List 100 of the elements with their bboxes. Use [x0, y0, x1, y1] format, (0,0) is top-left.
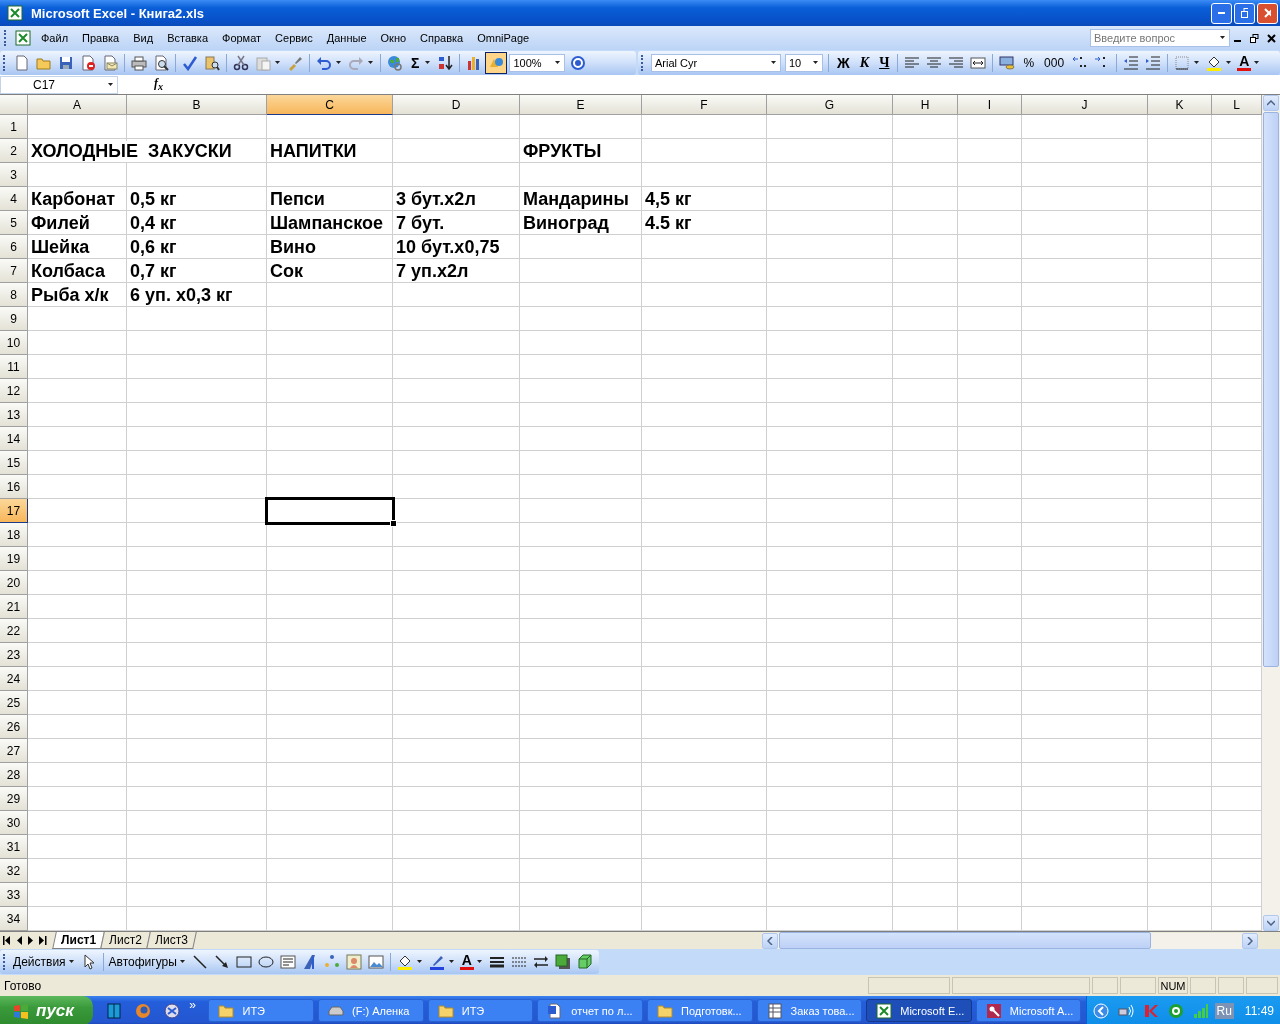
- bold-button[interactable]: Ж: [832, 54, 855, 71]
- borders-icon[interactable]: [1174, 54, 1191, 71]
- next-sheet-icon[interactable]: [27, 936, 35, 945]
- column-header[interactable]: G: [767, 95, 893, 115]
- column-header[interactable]: H: [893, 95, 958, 115]
- menu-item[interactable]: Сервис: [268, 29, 320, 47]
- autosum-button[interactable]: Σ: [406, 54, 425, 71]
- merge-icon[interactable]: [970, 54, 987, 71]
- menu-item[interactable]: Формат: [215, 29, 269, 47]
- indent-icon[interactable]: [1145, 54, 1162, 71]
- row-header[interactable]: 11: [0, 355, 28, 379]
- arrow-style-icon[interactable]: [533, 954, 549, 970]
- scroll-left-button[interactable]: [762, 932, 778, 949]
- research-icon[interactable]: [204, 54, 220, 71]
- taskbar-button[interactable]: (F:) Аленка: [318, 999, 424, 1022]
- new-document-icon[interactable]: [14, 54, 30, 71]
- underline-button[interactable]: Ч: [874, 54, 895, 71]
- row-header[interactable]: 5: [0, 211, 28, 235]
- help-icon[interactable]: [570, 54, 587, 71]
- font-color-button[interactable]: A: [1237, 54, 1252, 71]
- spelling-icon[interactable]: [182, 54, 198, 71]
- row-header[interactable]: 16: [0, 475, 28, 499]
- row-header[interactable]: 12: [0, 379, 28, 403]
- menu-item[interactable]: Файл: [34, 29, 76, 47]
- column-header[interactable]: L: [1212, 95, 1262, 115]
- menu-item[interactable]: Вид: [126, 29, 161, 47]
- permission-icon[interactable]: [80, 54, 96, 71]
- row-header[interactable]: 24: [0, 667, 28, 691]
- network-icon[interactable]: [1117, 1002, 1134, 1019]
- align-right-icon[interactable]: [948, 54, 965, 71]
- scroll-down-button[interactable]: [1263, 915, 1279, 931]
- row-header[interactable]: 27: [0, 739, 28, 763]
- book-icon[interactable]: [106, 1002, 123, 1019]
- sheet-tab[interactable]: Лист2: [100, 932, 151, 949]
- outdent-icon[interactable]: [1123, 54, 1140, 71]
- email-icon[interactable]: [102, 54, 118, 71]
- taskbar-button[interactable]: Подготовк...: [646, 999, 753, 1022]
- globe-link-icon[interactable]: [387, 54, 403, 71]
- scissors-icon[interactable]: [233, 54, 249, 71]
- row-header[interactable]: 3: [0, 163, 28, 187]
- spreadsheet-icon[interactable]: [15, 30, 31, 46]
- restore-icon[interactable]: [1250, 33, 1259, 43]
- last-sheet-icon[interactable]: [39, 936, 47, 945]
- close-icon[interactable]: [1267, 33, 1276, 43]
- row-header[interactable]: 9: [0, 307, 28, 331]
- scroll-thumb[interactable]: [779, 932, 1151, 949]
- first-sheet-icon[interactable]: [3, 936, 11, 945]
- sheet-tab[interactable]: Лист3: [145, 932, 197, 949]
- menu-item[interactable]: Вставка: [160, 29, 215, 47]
- percent-button[interactable]: %: [1018, 55, 1040, 70]
- shadow-icon[interactable]: [555, 954, 571, 970]
- scroll-right-button[interactable]: [1242, 932, 1258, 949]
- menu-item[interactable]: Данные: [319, 29, 374, 47]
- restore-button[interactable]: [1234, 2, 1255, 24]
- row-header[interactable]: 28: [0, 763, 28, 787]
- vertical-scrollbar[interactable]: [1262, 95, 1280, 931]
- align-left-icon[interactable]: [904, 54, 921, 71]
- menu-item[interactable]: OmniPage: [470, 29, 537, 47]
- row-header[interactable]: 33: [0, 883, 28, 907]
- dash-style-icon[interactable]: [511, 954, 527, 970]
- row-header[interactable]: 25: [0, 691, 28, 715]
- align-center-icon[interactable]: [926, 54, 943, 71]
- row-header[interactable]: 30: [0, 811, 28, 835]
- picture-icon[interactable]: [367, 954, 384, 970]
- taskbar-button[interactable]: Microsoft A...: [975, 999, 1082, 1022]
- row-header[interactable]: 8: [0, 283, 28, 307]
- text-box-icon[interactable]: [279, 954, 296, 970]
- autoshapes-menu[interactable]: Автофигуры: [106, 955, 179, 969]
- row-header[interactable]: 34: [0, 907, 28, 931]
- row-header[interactable]: 23: [0, 643, 28, 667]
- column-header[interactable]: K: [1148, 95, 1212, 115]
- row-header[interactable]: 4: [0, 187, 28, 211]
- save-icon[interactable]: [58, 54, 74, 71]
- row-header[interactable]: 17: [0, 499, 28, 523]
- brush-icon[interactable]: [287, 54, 303, 71]
- taskbar-button[interactable]: Заказ това...: [756, 999, 863, 1022]
- name-box[interactable]: C17: [0, 75, 118, 94]
- italic-button[interactable]: К: [854, 54, 875, 71]
- row-header[interactable]: 31: [0, 835, 28, 859]
- row-header[interactable]: 26: [0, 715, 28, 739]
- minimize-button[interactable]: [1211, 2, 1232, 24]
- diagram-icon[interactable]: [323, 954, 340, 970]
- wordart-icon[interactable]: [301, 954, 318, 970]
- printer-icon[interactable]: [131, 54, 147, 71]
- column-header[interactable]: J: [1022, 95, 1148, 115]
- arrow-icon[interactable]: [213, 954, 230, 970]
- row-header[interactable]: 1: [0, 115, 28, 139]
- clipboard-icon[interactable]: [255, 54, 271, 71]
- close-button[interactable]: [1257, 2, 1278, 24]
- shapes-icon[interactable]: [486, 52, 507, 73]
- previous-sheet-icon[interactable]: [15, 936, 23, 945]
- zoom-field[interactable]: 100%: [509, 53, 566, 72]
- column-header[interactable]: E: [520, 95, 642, 115]
- row-header[interactable]: 19: [0, 547, 28, 571]
- taskbar-button[interactable]: отчет по л...: [537, 999, 643, 1022]
- row-header[interactable]: 21: [0, 595, 28, 619]
- pen-line-icon[interactable]: [428, 954, 445, 970]
- row-header[interactable]: 7: [0, 259, 28, 283]
- menu-item[interactable]: Справка: [413, 29, 471, 47]
- row-header[interactable]: 13: [0, 403, 28, 427]
